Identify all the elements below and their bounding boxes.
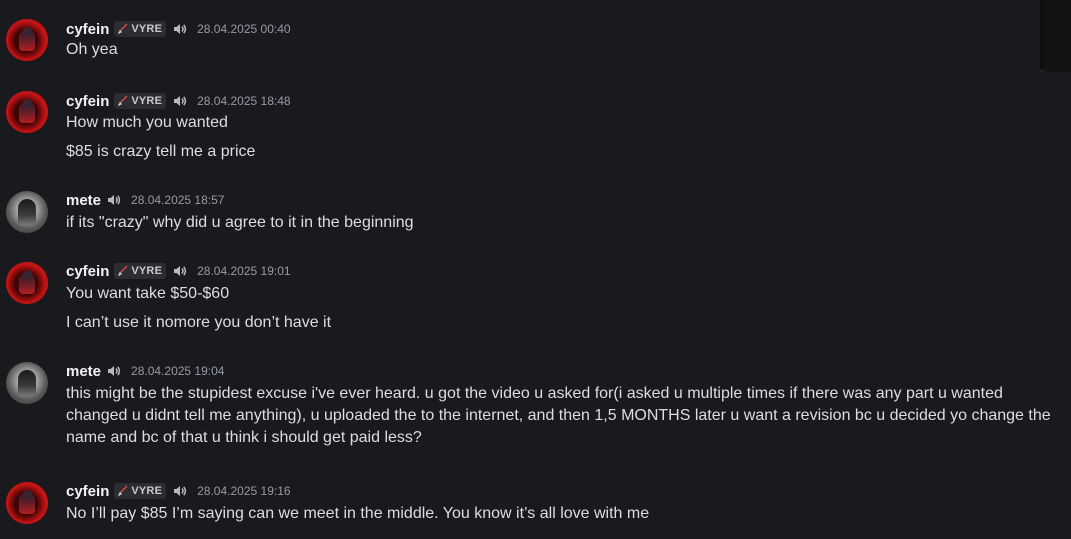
username[interactable]: mete: [66, 192, 101, 209]
guild-tag[interactable]: VYRE: [114, 21, 167, 37]
speaker-icon[interactable]: [172, 93, 188, 109]
timestamp[interactable]: 28.04.2025 19:16: [197, 484, 290, 498]
timestamp[interactable]: 28.04.2025 18:48: [197, 94, 290, 108]
message-text: I can’t use it nomore you don’t have it: [66, 314, 332, 331]
message-text: if its "crazy" why did u agree to it in …: [66, 214, 414, 231]
message-header: cyfein VYRE 28.04.2025 19:16: [66, 481, 291, 501]
message-text: No I’ll pay $85 I’m saying can we meet i…: [66, 505, 650, 522]
scrollbar-panel: [1044, 0, 1071, 72]
chat-messages: cyfein VYRE 28.04.2025 00:40 Oh yea cyfe…: [0, 0, 1071, 539]
user-avatar[interactable]: [6, 91, 48, 133]
message-text: this might be the stupidest excuse i've …: [66, 385, 1051, 446]
sword-icon: [118, 95, 128, 106]
timestamp[interactable]: 28.04.2025 19:01: [197, 264, 290, 278]
user-avatar[interactable]: [6, 262, 48, 304]
user-avatar[interactable]: [6, 482, 48, 524]
user-avatar[interactable]: [6, 191, 48, 233]
username[interactable]: cyfein: [66, 483, 109, 500]
sword-icon: [118, 23, 128, 34]
scrollbar-thumb[interactable]: [1040, 0, 1044, 70]
guild-tag-label: VYRE: [131, 23, 163, 35]
message-header: cyfein VYRE 28.04.2025 18:48: [66, 91, 291, 111]
speaker-icon[interactable]: [106, 363, 122, 379]
message-text: You want take $50-$60: [66, 285, 230, 302]
sword-icon: [118, 265, 128, 276]
speaker-icon[interactable]: [172, 263, 188, 279]
message-header: mete 28.04.2025 19:04: [66, 361, 224, 381]
message-header: cyfein VYRE 28.04.2025 00:40: [66, 19, 291, 39]
message-text: Oh yea: [66, 41, 118, 58]
message-text: How much you wanted: [66, 114, 228, 131]
user-avatar[interactable]: [6, 19, 48, 61]
guild-tag-label: VYRE: [131, 485, 163, 497]
username[interactable]: mete: [66, 363, 101, 380]
user-avatar[interactable]: [6, 362, 48, 404]
timestamp[interactable]: 28.04.2025 00:40: [197, 22, 290, 36]
timestamp[interactable]: 28.04.2025 19:04: [131, 364, 224, 378]
guild-tag[interactable]: VYRE: [114, 483, 167, 499]
username[interactable]: cyfein: [66, 21, 109, 38]
speaker-icon[interactable]: [172, 21, 188, 37]
message-header: cyfein VYRE 28.04.2025 19:01: [66, 261, 291, 281]
guild-tag-label: VYRE: [131, 265, 163, 277]
speaker-icon[interactable]: [106, 192, 122, 208]
message-text: $85 is crazy tell me a price: [66, 143, 256, 160]
message-header: mete 28.04.2025 18:57: [66, 190, 224, 210]
timestamp[interactable]: 28.04.2025 18:57: [131, 193, 224, 207]
speaker-icon[interactable]: [172, 483, 188, 499]
sword-icon: [118, 485, 128, 496]
username[interactable]: cyfein: [66, 263, 109, 280]
guild-tag[interactable]: VYRE: [114, 93, 167, 109]
username[interactable]: cyfein: [66, 93, 109, 110]
guild-tag-label: VYRE: [131, 95, 163, 107]
guild-tag[interactable]: VYRE: [114, 263, 167, 279]
